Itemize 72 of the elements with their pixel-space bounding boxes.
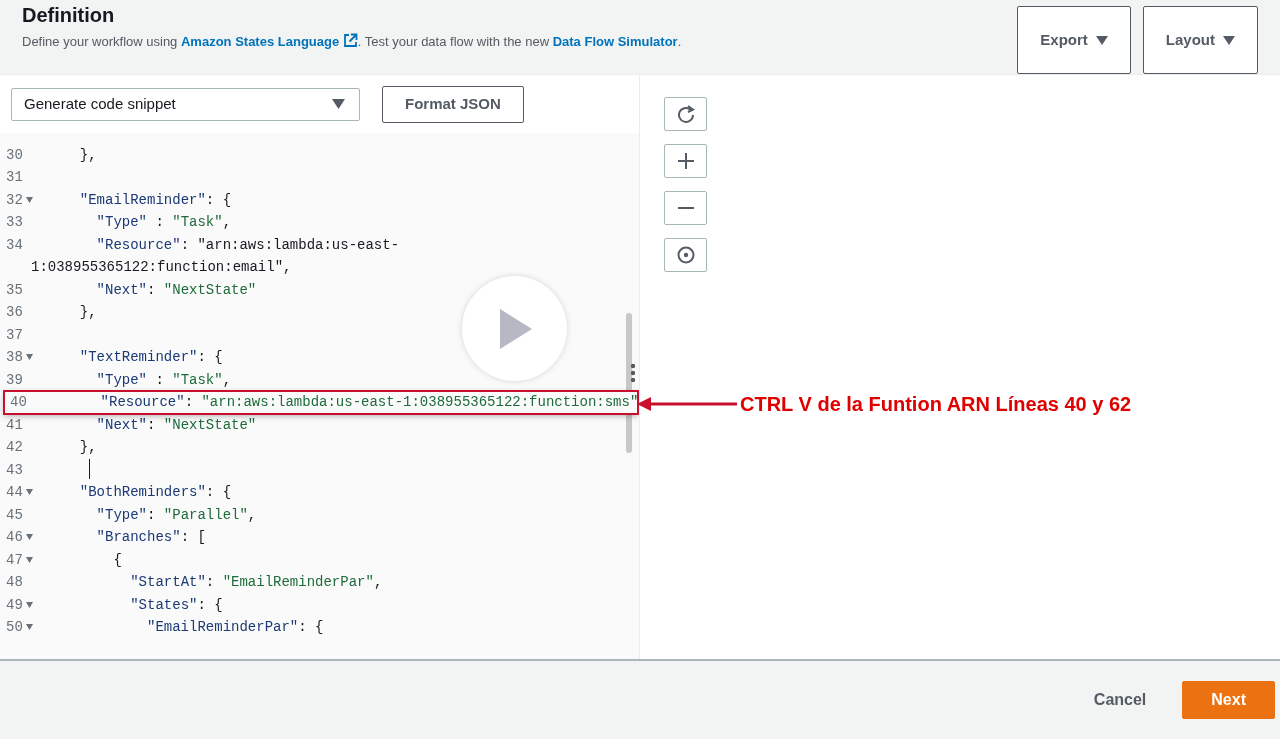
fold-icon[interactable] [25, 534, 33, 541]
text-cursor [89, 458, 90, 479]
line-number: 49 [0, 593, 53, 616]
line-number: 32 [0, 188, 53, 211]
code-line: "Next": "NextState" [95, 280, 257, 300]
play-icon [497, 308, 532, 349]
snippet-dropdown[interactable]: Generate code snippet [11, 87, 360, 121]
code-line: }, [78, 438, 97, 457]
refresh-icon [676, 105, 695, 123]
fold-icon[interactable] [25, 489, 33, 496]
code-line: "Resource": "arn:aws:lambda:us-east- [95, 235, 400, 255]
zoom-in-button[interactable] [664, 144, 707, 178]
line-number: 30 [5, 145, 24, 165]
fold-icon[interactable] [25, 601, 33, 608]
line-number: 42 [5, 438, 24, 457]
line-number: 46 [0, 526, 53, 549]
fold-icon[interactable] [25, 354, 33, 361]
line-number: 45 [5, 505, 24, 525]
code-line: }, [78, 303, 97, 322]
line-number: 41 [5, 415, 24, 435]
caret-icon [1223, 35, 1235, 45]
line-number: 34 [5, 235, 24, 255]
line-number: 44 [0, 481, 53, 504]
refresh-button[interactable] [664, 97, 707, 131]
cancel-button[interactable]: Cancel [1085, 682, 1155, 718]
line-number: 38 [0, 346, 53, 369]
code-line: "States": { [129, 595, 223, 615]
zoom-out-button[interactable] [664, 191, 707, 225]
fold-icon[interactable] [25, 196, 33, 203]
menu-button[interactable]: Export [1017, 6, 1131, 74]
code-line: "EmailReminderPar": { [146, 618, 324, 637]
line-number: 31 [5, 168, 24, 187]
code-line: "TextReminder": { [78, 348, 223, 367]
line-number: 40 [9, 393, 28, 412]
description-text: Define your workflow using Amazon States Language . Test your data flow with the new Data Flow Simulator. [22, 32, 682, 51]
arrow-icon [637, 397, 737, 411]
line-number: 43 [5, 460, 24, 480]
caret-icon [332, 99, 345, 110]
line-number: 35 [5, 280, 24, 300]
line-number: 47 [0, 548, 53, 571]
code-line: "Next": "NextState" [95, 415, 257, 435]
drag-handle-icon[interactable] [630, 363, 636, 383]
center-button[interactable] [664, 238, 707, 272]
code-line: "StartAt": "EmailReminderPar", [129, 573, 383, 592]
menu-button[interactable]: Layout [1142, 6, 1258, 74]
line-number: 48 [5, 573, 24, 592]
code-line: "EmailReminder": { [78, 190, 232, 210]
code-line: "Type" : "Task", [95, 213, 232, 232]
zoom-in-icon [676, 152, 695, 170]
external-link-icon [342, 33, 358, 48]
code-line: }, [78, 145, 97, 165]
line-number: 33 [5, 213, 24, 232]
fold-icon[interactable] [25, 556, 33, 563]
link[interactable]: Amazon States Language [180, 34, 358, 49]
code-line: "Type" : "Task", [95, 370, 232, 390]
line-number: 50 [0, 616, 53, 639]
link[interactable]: Data Flow Simulator [552, 34, 678, 49]
page-title: Definition [22, 3, 116, 28]
fold-icon[interactable] [25, 624, 33, 631]
code-line: "Resource": "arn:aws:lambda:us-east-1:038955365122:function:sms" [99, 393, 639, 412]
format-json-button[interactable]: Format JSON [382, 86, 524, 123]
line-number: 39 [5, 370, 24, 390]
center-icon [676, 246, 695, 264]
code-line: { [112, 550, 122, 570]
caret-icon [1095, 35, 1108, 45]
code-line: "Type": "Parallel", [95, 505, 257, 525]
line-number: 37 [5, 325, 24, 345]
code-line: "BothReminders": { [78, 483, 232, 502]
line-number: 36 [5, 303, 24, 322]
annotation: CTRL V de la Funtion ARN Líneas 40 y 62 [637, 389, 1132, 419]
code-line: 1:038955365122:function:email", [31, 258, 292, 277]
code-line: "Branches": [ [95, 528, 206, 547]
